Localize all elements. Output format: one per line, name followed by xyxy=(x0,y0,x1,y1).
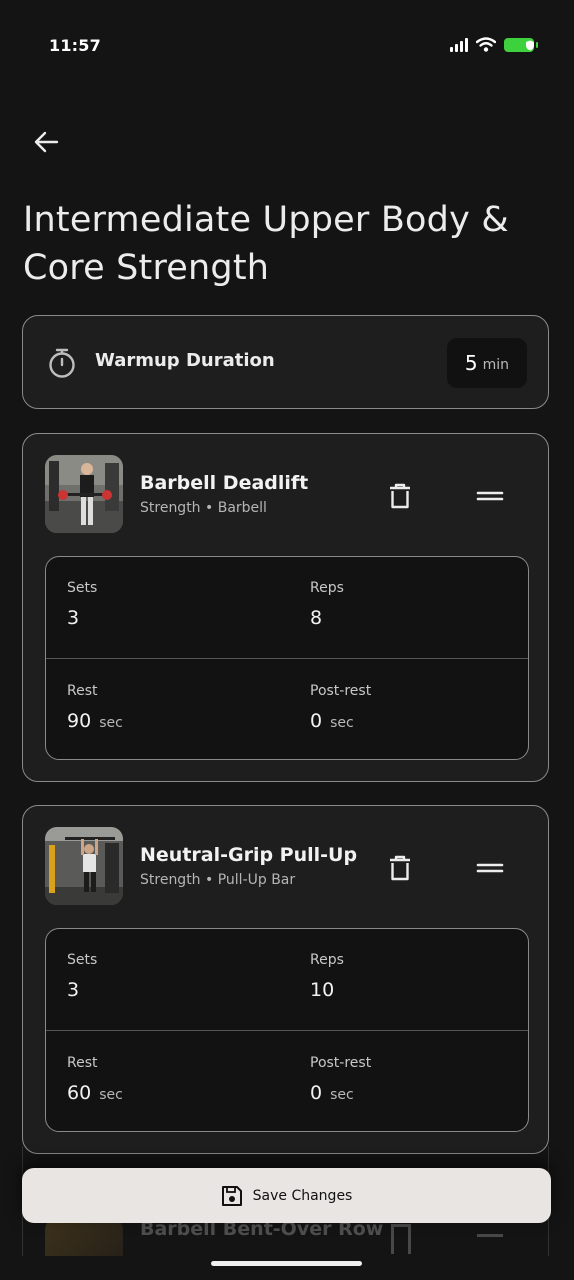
post-rest-unit: sec xyxy=(330,715,354,731)
rest-field[interactable]: Rest 60 sec xyxy=(67,1055,123,1104)
post-rest-value: 0 xyxy=(310,710,323,732)
exercise-stats-grid: Sets 3 Reps 8 Rest 90 sec Post-rest 0 se… xyxy=(45,556,529,760)
reps-value: 8 xyxy=(310,607,323,629)
reps-field[interactable]: Reps 8 xyxy=(310,580,344,629)
exercise-card[interactable]: Barbell Deadlift Strength • Barbell Sets… xyxy=(22,433,549,782)
warmup-duration-input[interactable]: 5 min xyxy=(447,338,527,388)
rest-field[interactable]: Rest 90 sec xyxy=(67,683,123,732)
shield-icon xyxy=(526,40,534,50)
cellular-signal-icon xyxy=(450,37,468,52)
warmup-value: 5 xyxy=(464,351,478,375)
sets-field[interactable]: Sets 3 xyxy=(67,952,97,1001)
floppy-disk-icon xyxy=(221,1185,242,1206)
post-rest-value: 0 xyxy=(310,1082,323,1104)
status-icons xyxy=(450,37,538,52)
reps-label: Reps xyxy=(310,952,344,968)
save-label: Save Changes xyxy=(252,1187,353,1204)
stopwatch-icon xyxy=(49,348,75,378)
back-button[interactable] xyxy=(28,124,64,160)
post-rest-label: Post-rest xyxy=(310,1055,372,1071)
post-rest-field[interactable]: Post-rest 0 sec xyxy=(310,683,371,732)
rest-label: Rest xyxy=(67,683,98,699)
status-bar: 11:57 xyxy=(0,0,574,92)
rest-label: Rest xyxy=(67,1055,98,1071)
arrow-left-icon xyxy=(34,131,59,153)
reps-field[interactable]: Reps 10 xyxy=(310,952,344,1001)
exercise-thumbnail xyxy=(45,455,123,533)
exercise-name: Barbell Deadlift xyxy=(140,472,309,494)
wifi-icon xyxy=(476,37,496,52)
battery-icon xyxy=(504,37,538,52)
trash-icon xyxy=(391,1224,411,1254)
drag-handle-icon xyxy=(477,1234,503,1237)
rest-unit: sec xyxy=(99,715,123,731)
warmup-duration-card[interactable]: Warmup Duration 5 min xyxy=(22,315,549,409)
rest-value: 90 xyxy=(67,710,92,732)
drag-handle-icon[interactable] xyxy=(475,858,505,878)
sets-field[interactable]: Sets 3 xyxy=(67,580,97,629)
sets-value: 3 xyxy=(67,607,80,629)
post-rest-unit: sec xyxy=(330,1087,354,1103)
exercise-name: Neutral-Grip Pull-Up xyxy=(140,844,358,866)
divider xyxy=(46,658,528,659)
reps-value: 10 xyxy=(310,979,335,1001)
page-title: Intermediate Upper Body & Core Strength xyxy=(23,200,509,288)
sets-label: Sets xyxy=(67,952,98,968)
exercise-subtitle: Strength • Barbell xyxy=(140,500,267,516)
trash-icon[interactable] xyxy=(387,482,413,510)
status-time: 11:57 xyxy=(49,36,101,55)
home-indicator xyxy=(211,1261,362,1266)
rest-unit: sec xyxy=(99,1087,123,1103)
sets-label: Sets xyxy=(67,580,98,596)
rest-value: 60 xyxy=(67,1082,92,1104)
trash-icon[interactable] xyxy=(387,854,413,882)
exercise-stats-grid: Sets 3 Reps 10 Rest 60 sec Post-rest 0 s… xyxy=(45,928,529,1132)
sets-value: 3 xyxy=(67,979,80,1001)
save-changes-button[interactable]: Save Changes xyxy=(22,1168,551,1223)
exercise-subtitle: Strength • Pull-Up Bar xyxy=(140,872,296,888)
post-rest-label: Post-rest xyxy=(310,683,372,699)
divider xyxy=(46,1030,528,1031)
warmup-label: Warmup Duration xyxy=(95,350,275,371)
exercise-card[interactable]: Neutral-Grip Pull-Up Strength • Pull-Up … xyxy=(22,805,549,1154)
warmup-unit: min xyxy=(482,356,510,373)
exercise-thumbnail xyxy=(45,1218,123,1256)
post-rest-field[interactable]: Post-rest 0 sec xyxy=(310,1055,371,1104)
drag-handle-icon[interactable] xyxy=(475,486,505,506)
reps-label: Reps xyxy=(310,580,344,596)
exercise-thumbnail xyxy=(45,827,123,905)
